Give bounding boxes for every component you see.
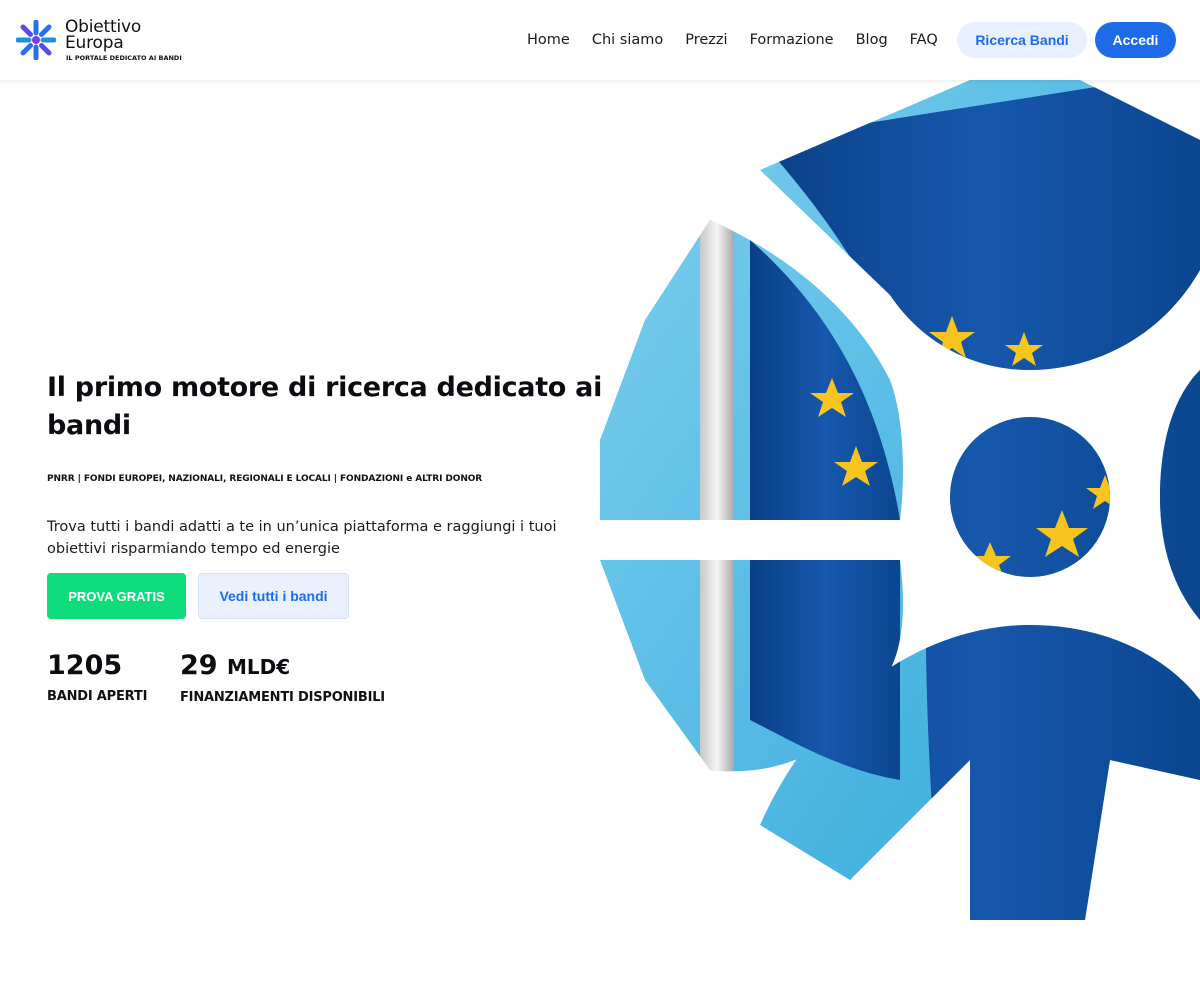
brand-tagline: IL PORTALE DEDICATO AI BANDI bbox=[66, 54, 182, 62]
nav-faq[interactable]: FAQ bbox=[910, 32, 938, 48]
hero-funding-tags: PNRR | FONDI EUROPEI, NAZIONALI, REGIONA… bbox=[47, 474, 483, 484]
stat-label: BANDI APERTI bbox=[47, 689, 148, 704]
hero-description: Trova tutti i bandi adatti a te in un’un… bbox=[47, 519, 557, 557]
brand-name-line2: Europa bbox=[65, 33, 124, 53]
login-button[interactable]: Accedi bbox=[1095, 22, 1176, 58]
stat-unit: MLD€ bbox=[226, 655, 291, 679]
brand-name: Obiettivo Europa bbox=[65, 19, 185, 53]
eu-flag-asterisk-graphic bbox=[600, 80, 1200, 920]
stat-label: FINANZIAMENTI DISPONIBILI bbox=[180, 690, 385, 705]
nav-formazione[interactable]: Formazione bbox=[750, 32, 834, 48]
nav-blog[interactable]: Blog bbox=[856, 32, 888, 48]
stat-open-bandi: 1205 BANDI APERTI bbox=[47, 648, 147, 704]
stat-value: 29 MLD€ bbox=[180, 648, 385, 685]
logo-link[interactable]: Obiettivo Europa IL PORTALE DEDICATO AI … bbox=[16, 18, 186, 64]
logo-icon bbox=[16, 20, 56, 60]
try-free-button[interactable]: PROVA GRATIS bbox=[47, 573, 186, 619]
main-nav: Home Chi siamo Prezzi Formazione Blog FA… bbox=[516, 0, 949, 80]
site-header: Obiettivo Europa IL PORTALE DEDICATO AI … bbox=[0, 0, 1200, 80]
stat-number: 29 bbox=[180, 650, 218, 681]
stat-available-funding: 29 MLD€ FINANZIAMENTI DISPONIBILI bbox=[180, 648, 385, 705]
nav-home[interactable]: Home bbox=[527, 32, 570, 48]
nav-chi-siamo[interactable]: Chi siamo bbox=[592, 32, 663, 48]
search-bandi-button[interactable]: Ricerca Bandi bbox=[957, 22, 1087, 58]
nav-prezzi[interactable]: Prezzi bbox=[685, 32, 727, 48]
stat-number: 1205 bbox=[47, 650, 123, 681]
hero-title: Il primo motore di ricerca dedicato ai b… bbox=[47, 372, 603, 441]
stat-value: 1205 bbox=[47, 648, 147, 684]
view-all-bandi-button[interactable]: Vedi tutti i bandi bbox=[198, 573, 349, 619]
